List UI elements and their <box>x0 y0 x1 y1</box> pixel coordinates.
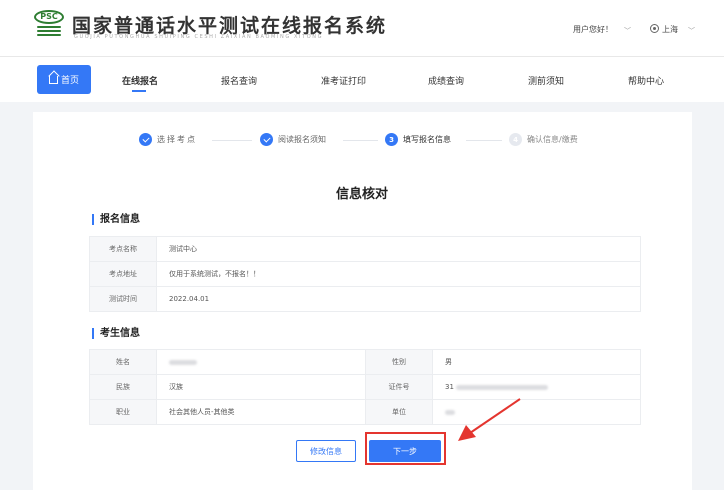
step-confirm-pay: 4 确认信息/缴费 <box>509 133 578 146</box>
row-label: 证件号 <box>365 374 433 400</box>
step-connector <box>343 140 378 141</box>
row-value <box>156 349 366 375</box>
row-label: 测试时间 <box>89 286 157 312</box>
step-read-notice: 阅读报名须知 <box>260 133 326 146</box>
nav-item-online-registration[interactable]: 在线报名 <box>122 74 158 87</box>
row-value: 测试中心 <box>156 236 641 262</box>
section-title-registration: 报名信息 <box>92 214 140 225</box>
table-row: 民族 汉族 证件号 31 <box>89 374 641 400</box>
row-label: 职业 <box>89 399 157 425</box>
chevron-down-icon[interactable]: ﹀ <box>688 26 695 36</box>
user-greeting[interactable]: 用户您好！ <box>573 24 613 35</box>
redacted-id <box>455 384 548 390</box>
row-label: 考点地址 <box>89 261 157 287</box>
logo-text: PSC <box>34 10 64 24</box>
section-title-candidate: 考生信息 <box>92 328 140 339</box>
step-number: 3 <box>385 133 398 146</box>
row-value: 男 <box>432 349 641 375</box>
nav-home-label: 首页 <box>60 76 79 86</box>
nav-item-score-query[interactable]: 成绩查询 <box>428 74 464 87</box>
psc-logo-icon[interactable]: PSC <box>34 10 64 40</box>
nav-item-test-notes[interactable]: 测前须知 <box>528 74 564 87</box>
step-label: 阅读报名须知 <box>278 135 326 144</box>
step-number: 4 <box>509 133 522 146</box>
red-arrow-icon <box>458 398 521 441</box>
nav-item-registration-query[interactable]: 报名查询 <box>221 74 257 87</box>
site-header: PSC 国家普通话水平测试在线报名系统 GUOJIA PUTONGHUA SHU… <box>0 0 724 56</box>
row-value: 社会其他人员-其他类 <box>156 399 366 425</box>
row-label: 民族 <box>89 374 157 400</box>
row-value: 2022.04.01 <box>156 286 641 312</box>
row-value: 汉族 <box>156 374 366 400</box>
table-row: 测试时间 2022.04.01 <box>89 286 641 312</box>
candidate-table: 姓名 性别 男 民族 汉族 证件号 31 职业 社会其他人员-其他类 单位 <box>89 349 641 425</box>
nav-home-button[interactable]: 首页 <box>37 65 91 94</box>
location-icon[interactable] <box>650 24 659 33</box>
table-row: 考点地址 仅用于系统测试，不报名！！ <box>89 261 641 287</box>
nav-item-help-center[interactable]: 帮助中心 <box>628 74 664 87</box>
step-label: 选择考点 <box>157 135 197 144</box>
chevron-down-icon[interactable]: ﹀ <box>624 26 631 36</box>
step-label: 填写报名信息 <box>403 135 451 144</box>
location-text[interactable]: 上海 <box>662 24 678 35</box>
table-row: 考点名称 测试中心 <box>89 236 641 262</box>
row-label: 姓名 <box>89 349 157 375</box>
check-icon <box>139 133 152 146</box>
row-value: 仅用于系统测试，不报名！！ <box>156 261 641 287</box>
table-row: 姓名 性别 男 <box>89 349 641 375</box>
nav-active-indicator <box>132 90 146 92</box>
row-label: 性别 <box>365 349 433 375</box>
row-label: 单位 <box>365 399 433 425</box>
step-label: 确认信息/缴费 <box>527 135 578 144</box>
table-row: 职业 社会其他人员-其他类 单位 <box>89 399 641 425</box>
nav-item-admission-print[interactable]: 准考证打印 <box>321 74 366 87</box>
row-label: 考点名称 <box>89 236 157 262</box>
highlight-box <box>365 432 446 465</box>
registration-table: 考点名称 测试中心 考点地址 仅用于系统测试，不报名！！ 测试时间 2022.0… <box>89 236 641 312</box>
redacted-name <box>169 359 197 365</box>
home-icon <box>48 75 58 84</box>
step-connector <box>212 140 252 141</box>
step-fill-info: 3 填写报名信息 <box>385 133 451 146</box>
edit-info-button[interactable]: 修改信息 <box>296 440 356 462</box>
step-select-site: 选择考点 <box>139 133 197 146</box>
step-connector <box>466 140 502 141</box>
site-subtitle: GUOJIA PUTONGHUA SHUIPING CESHI ZAIXIAN … <box>74 34 324 40</box>
check-icon <box>260 133 273 146</box>
logo-lines <box>37 26 61 38</box>
main-nav: 首页 在线报名 报名查询 准考证打印 成绩查询 测前须知 帮助中心 <box>0 56 724 102</box>
page-title: 信息核对 <box>335 187 388 202</box>
